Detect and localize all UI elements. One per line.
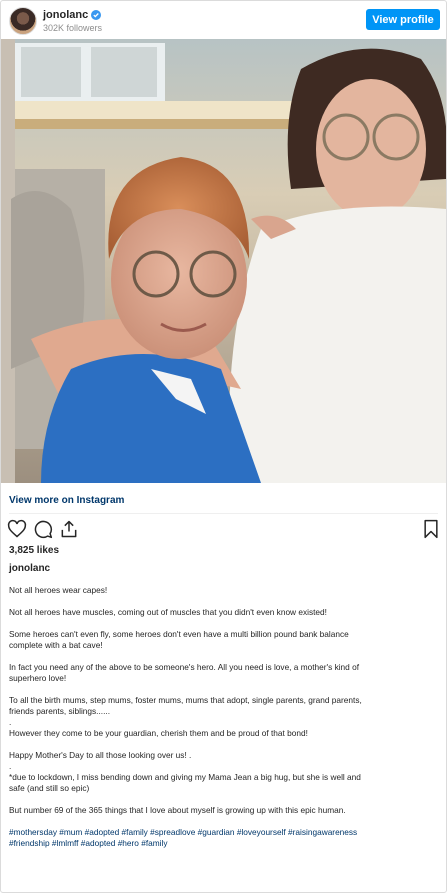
- post-header: jonolanc 302K followers View profile: [1, 1, 446, 39]
- action-bar: [7, 519, 440, 541]
- caption-blank-line: [9, 596, 437, 607]
- caption-blank-line: [9, 618, 437, 629]
- photo-image: [1, 39, 446, 483]
- username[interactable]: jonolanc: [43, 9, 88, 21]
- caption-line: .: [9, 717, 12, 727]
- caption-line: superhero love!: [9, 673, 67, 683]
- likes-count[interactable]: 3,825 likes: [9, 545, 59, 556]
- bookmark-icon[interactable]: [422, 519, 440, 539]
- heart-icon[interactable]: [7, 519, 27, 539]
- caption-blank-line: [9, 794, 437, 805]
- hashtag-line[interactable]: #mothersday #mum #adopted #family #sprea…: [9, 827, 437, 838]
- caption-line: To all the birth mums, step mums, foster…: [9, 695, 362, 705]
- hashtag-line[interactable]: #friendship #lmlmff #adopted #hero #fami…: [9, 838, 437, 849]
- followers-count: 302K followers: [43, 23, 103, 33]
- caption-line: In fact you need any of the above to be …: [9, 662, 360, 672]
- comment-icon[interactable]: [33, 519, 53, 539]
- view-more-link[interactable]: View more on Instagram: [9, 495, 124, 506]
- caption-line: However they come to be your guardian, c…: [9, 728, 308, 738]
- view-profile-button[interactable]: View profile: [366, 9, 440, 30]
- post-photo[interactable]: [1, 39, 446, 483]
- caption-line: friends parents, siblings......: [9, 706, 110, 716]
- caption-text: Not all heroes wear capes! Not all heroes…: [9, 585, 437, 816]
- share-icon[interactable]: [59, 519, 79, 539]
- hashtags[interactable]: #mothersday #mum #adopted #family #sprea…: [9, 827, 437, 849]
- caption-line: Happy Mother's Day to all those looking …: [9, 750, 192, 760]
- verified-badge-icon: [91, 10, 102, 20]
- divider: [9, 513, 438, 514]
- caption-line: safe (and still so epic): [9, 783, 90, 793]
- caption-blank-line: [9, 739, 437, 750]
- caption-blank-line: [9, 684, 437, 695]
- caption-line: *due to lockdown, I miss bending down an…: [9, 772, 361, 782]
- caption-blank-line: [9, 651, 437, 662]
- caption-line: complete with a bat cave!: [9, 640, 103, 650]
- caption-line: Some heroes can't even fly, some heroes …: [9, 629, 349, 639]
- instagram-embed: jonolanc 302K followers View profile Vie…: [0, 0, 447, 893]
- caption-line: But number 69 of the 365 things that I l…: [9, 805, 346, 815]
- caption-line: Not all heroes have muscles, coming out …: [9, 607, 327, 617]
- caption-line: Not all heroes wear capes!: [9, 585, 108, 595]
- username-row[interactable]: jonolanc: [43, 9, 102, 21]
- caption-author[interactable]: jonolanc: [9, 563, 50, 574]
- caption-line: .: [9, 761, 12, 771]
- caption: Not all heroes wear capes! Not all heroes…: [9, 585, 437, 849]
- avatar[interactable]: [9, 7, 37, 35]
